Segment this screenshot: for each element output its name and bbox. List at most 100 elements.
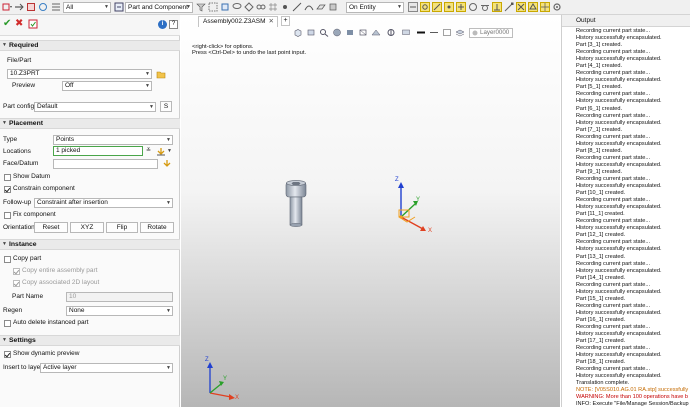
copy-part-checkbox[interactable] xyxy=(4,256,11,263)
part-config-button[interactable]: S xyxy=(160,101,172,112)
apply-icon[interactable] xyxy=(28,19,38,29)
snap-settings-icon[interactable] xyxy=(552,2,562,12)
pick-filter-icon[interactable] xyxy=(114,2,124,12)
main-toolbar: All ▼ Part and Component ▼ On Entity ▼ xyxy=(0,0,690,15)
color-icon[interactable] xyxy=(442,28,452,37)
zoom-icon[interactable] xyxy=(319,28,329,37)
layer-select[interactable]: Layer0000 xyxy=(469,28,513,38)
file-part-select[interactable]: 10.Z3PRT ▼ xyxy=(7,69,152,79)
copy-assembly-checkbox[interactable] xyxy=(13,268,20,275)
snap-tangent-icon[interactable] xyxy=(480,2,490,12)
required-section-header[interactable]: ▼ Required xyxy=(0,40,180,51)
undo-dropdown-icon[interactable] xyxy=(14,2,24,12)
orbit-icon[interactable] xyxy=(38,2,48,12)
layer-manager-icon[interactable] xyxy=(455,28,465,37)
line-icon[interactable] xyxy=(292,2,302,12)
ok-icon[interactable]: ✔ xyxy=(3,19,11,29)
pick-filter-select[interactable]: Part and Component ▼ xyxy=(125,2,193,13)
close-icon[interactable]: ✕ xyxy=(269,17,274,27)
view-icon[interactable] xyxy=(244,2,254,12)
flip-button[interactable]: Flip xyxy=(106,222,138,233)
insert-layer-select[interactable]: Active layer ▼ xyxy=(40,363,173,373)
section-view-icon[interactable] xyxy=(371,28,381,37)
copy-2d-layout-checkbox[interactable] xyxy=(13,280,20,287)
bolt-model[interactable] xyxy=(285,180,307,228)
folder-open-icon[interactable] xyxy=(156,69,166,79)
output-line: Part [14_1] created. xyxy=(576,274,626,281)
chevron-double-down-icon[interactable]: ≚ xyxy=(146,147,151,155)
select-mode-icon[interactable] xyxy=(2,2,12,12)
plane-icon[interactable] xyxy=(316,2,326,12)
snap-point-icon[interactable] xyxy=(444,2,454,12)
pick-face-icon[interactable] xyxy=(162,159,172,168)
regen-select[interactable]: None ▼ xyxy=(66,306,173,316)
line-style-icon[interactable] xyxy=(416,28,426,37)
locations-input[interactable]: 1 picked xyxy=(53,146,143,156)
lasso-icon[interactable] xyxy=(232,2,242,12)
part-name-input[interactable]: 10 xyxy=(66,292,173,302)
follow-up-select[interactable]: Constraint after insertion ▼ xyxy=(34,198,173,208)
placement-triad[interactable]: Z Y X xyxy=(387,177,437,239)
face-datum-input[interactable] xyxy=(53,159,158,169)
snap-center-icon[interactable] xyxy=(420,2,430,12)
type-value: Points xyxy=(56,136,75,143)
filter-select[interactable]: All ▼ xyxy=(63,2,111,13)
box-select-icon[interactable] xyxy=(220,2,230,12)
snap-face-icon[interactable] xyxy=(528,2,538,12)
chevron-down-icon: ▼ xyxy=(166,365,171,371)
filter-options-icon[interactable] xyxy=(196,2,206,12)
snap-toggle-icon[interactable] xyxy=(408,2,418,12)
snap-end-icon[interactable] xyxy=(504,2,514,12)
part-icon[interactable] xyxy=(26,2,36,12)
output-line: Recording current part state... xyxy=(576,49,650,56)
snap-mode-select[interactable]: On Entity ▼ xyxy=(346,2,404,13)
point-icon[interactable] xyxy=(280,2,290,12)
xyz-button[interactable]: XYZ xyxy=(70,222,104,233)
shading-icon[interactable] xyxy=(345,28,355,37)
output-line: Part [15_1] created. xyxy=(576,295,626,302)
cancel-icon[interactable]: ✖ xyxy=(15,19,23,29)
output-line: History successfully encapsulated. xyxy=(576,35,662,42)
chain-icon[interactable] xyxy=(256,2,266,12)
snap-grid-icon[interactable] xyxy=(540,2,550,12)
new-tab-button[interactable]: + xyxy=(281,16,290,26)
instance-section-header[interactable]: ▼ Instance xyxy=(0,239,180,250)
output-log[interactable]: Recording current part state... History s… xyxy=(576,28,690,407)
auto-delete-checkbox[interactable] xyxy=(4,320,11,327)
fix-component-checkbox[interactable] xyxy=(4,212,11,219)
placement-section-header[interactable]: ▼ Placement xyxy=(0,118,180,129)
settings-section-header[interactable]: ▼ Settings xyxy=(0,335,180,346)
display-icon[interactable] xyxy=(401,28,411,37)
dynamic-view-icon[interactable] xyxy=(386,28,396,37)
preview-select[interactable]: Off ▼ xyxy=(62,81,152,91)
snap-circle-icon[interactable] xyxy=(468,2,478,12)
select-all-icon[interactable] xyxy=(208,2,218,12)
view-cube-icon[interactable] xyxy=(293,28,303,37)
line-weight-icon[interactable] xyxy=(429,28,439,37)
help-icon[interactable]: ? xyxy=(169,20,178,29)
show-dynamic-preview-checkbox[interactable] xyxy=(4,351,11,358)
solid-icon[interactable] xyxy=(328,2,338,12)
type-select[interactable]: Points ▼ xyxy=(53,135,173,145)
constrain-component-checkbox[interactable] xyxy=(4,186,11,193)
snap-perpendicular-icon[interactable] xyxy=(492,2,502,12)
wireframe-icon[interactable] xyxy=(358,28,368,37)
reset-button[interactable]: Reset xyxy=(34,222,68,233)
snap-midpoint-icon[interactable] xyxy=(432,2,442,12)
document-tab[interactable]: Assembly002.Z3ASM ✕ xyxy=(198,16,278,27)
output-line: Recording current part state... xyxy=(576,112,650,119)
list-icon[interactable] xyxy=(51,2,61,12)
chevron-down-icon[interactable]: ▼ xyxy=(167,148,172,154)
grid-icon[interactable] xyxy=(268,2,278,12)
show-datum-checkbox[interactable] xyxy=(4,174,11,181)
curve-icon[interactable] xyxy=(304,2,314,12)
view-front-icon[interactable] xyxy=(306,28,316,37)
snap-intersection-icon[interactable] xyxy=(516,2,526,12)
render-mode-icon[interactable] xyxy=(332,28,342,37)
graphics-viewport[interactable]: Assembly002.Z3ASM ✕ + Layer0000 <right-cl… xyxy=(181,15,560,407)
info-icon[interactable]: i xyxy=(158,20,167,29)
snap-quadrant-icon[interactable] xyxy=(456,2,466,12)
rotate-button[interactable]: Rotate xyxy=(140,222,174,233)
pick-point-icon[interactable] xyxy=(156,147,166,156)
part-config-select[interactable]: Default ▼ xyxy=(34,102,156,112)
